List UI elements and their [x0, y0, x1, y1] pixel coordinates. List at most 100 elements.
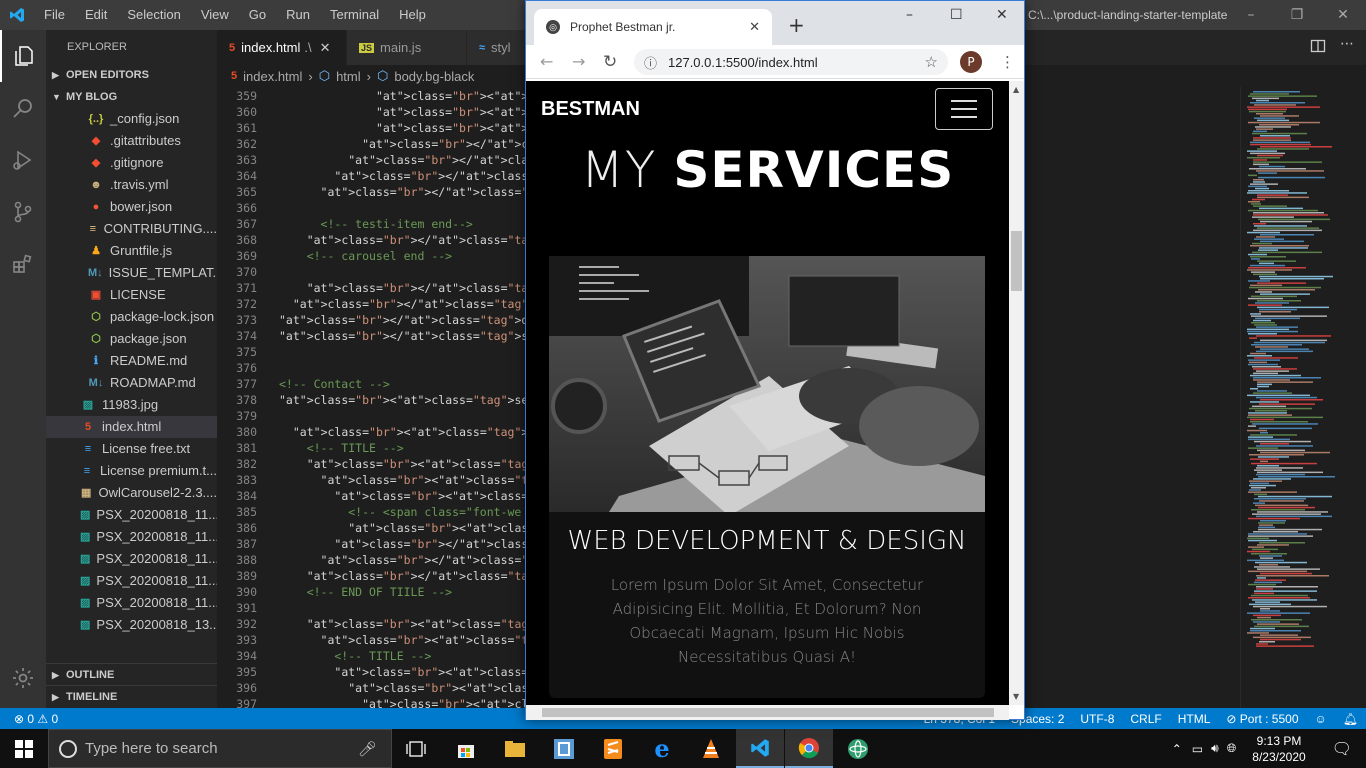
code-line[interactable]: <!-- Contact --> [279, 377, 390, 391]
file-item[interactable]: ▨ PSX_20200818_11... [46, 504, 217, 526]
avatar[interactable]: P [960, 50, 982, 73]
new-tab-icon[interactable]: + [788, 13, 805, 37]
close-tab-icon[interactable]: ✕ [749, 19, 760, 35]
menu-file[interactable]: File [34, 0, 75, 30]
file-item[interactable]: ℹ README.md [46, 350, 217, 372]
extensions-icon[interactable] [0, 238, 46, 290]
restore-button[interactable]: ❐ [1274, 0, 1320, 30]
close-button[interactable]: ✕ [1320, 0, 1366, 30]
file-item[interactable]: ◆ .gitignore [46, 152, 217, 174]
language-mode[interactable]: HTML [1170, 712, 1219, 726]
file-item[interactable]: ♟ Gruntfile.js [46, 240, 217, 262]
source-control-icon[interactable] [0, 186, 46, 238]
file-item[interactable]: ⬡ package-lock.json [46, 306, 217, 328]
back-icon[interactable]: ← [540, 52, 553, 71]
menu-edit[interactable]: Edit [75, 0, 117, 30]
explorer-icon[interactable] [0, 30, 46, 82]
run-debug-icon[interactable] [0, 134, 46, 186]
breadcrumb-body[interactable]: body.bg-black [394, 69, 474, 84]
file-item[interactable]: ▨ PSX_20200818_11... [46, 570, 217, 592]
volume-icon[interactable]: 🔊︎ [1207, 741, 1223, 756]
tab-style[interactable]: ≈ styl [467, 30, 527, 65]
file-item[interactable]: ▣ LICENSE [46, 284, 217, 306]
close-icon[interactable]: ✕ [320, 40, 331, 56]
outline-section[interactable]: ▶ OUTLINE [46, 663, 217, 686]
code-line[interactable]: <!-- END OF TIILE --> [279, 585, 452, 599]
open-editors-section[interactable]: ▶ OPEN EDITORS [46, 64, 217, 86]
minimap[interactable] [1240, 87, 1366, 708]
browser-tab[interactable]: ◎ Prophet Bestman jr. ✕ [534, 9, 772, 45]
windows-start-icon[interactable] [0, 729, 48, 768]
tab-main-js[interactable]: JS main.js [347, 30, 467, 65]
horizontal-scrollbar[interactable] [526, 705, 1009, 720]
breadcrumb-html[interactable]: html [336, 69, 361, 84]
microphone-icon[interactable]: 🎤︎ [358, 740, 377, 758]
file-item[interactable]: ● bower.json [46, 196, 217, 218]
maximize-button[interactable]: ☐ [950, 7, 963, 23]
reload-icon[interactable]: ↻ [603, 52, 617, 72]
folder-section[interactable]: ▼ MY BLOG [46, 86, 217, 108]
code-line[interactable]: <!-- carousel end --> [279, 249, 452, 263]
vertical-scrollbar[interactable]: ▲ ▼ [1009, 81, 1024, 705]
file-item[interactable]: ▨ PSX_20200818_11... [46, 592, 217, 614]
taskbar-search[interactable]: Type here to search 🎤︎ [48, 729, 392, 768]
task-view-icon[interactable] [392, 729, 440, 768]
feedback-icon[interactable]: ☺ [1307, 712, 1335, 726]
vscode-taskbar-icon[interactable] [736, 729, 784, 768]
code-line[interactable]: <!-- testi-item end--> [279, 217, 473, 231]
timeline-section[interactable]: ▶ TIMELINE [46, 685, 217, 708]
bookmark-star-icon[interactable]: ☆ [925, 53, 938, 71]
file-item[interactable]: M↓ ISSUE_TEMPLAT... [46, 262, 217, 284]
navbar-toggler-button[interactable] [935, 88, 993, 130]
atom-icon[interactable] [834, 729, 882, 768]
file-item[interactable]: ▨ PSX_20200818_13... [46, 614, 217, 636]
clock[interactable]: 9:13 PM 8/23/2020 [1240, 733, 1317, 765]
more-actions-icon[interactable]: ⋯ [1340, 36, 1354, 52]
address-bar[interactable]: ⓘ 127.0.0.1:5500/index.html ☆ [634, 49, 948, 75]
menu-kebab-icon[interactable]: ⋮ [1000, 53, 1015, 71]
settings-gear-icon[interactable] [0, 652, 46, 704]
menu-help[interactable]: Help [389, 0, 436, 30]
scroll-up-icon[interactable]: ▲ [1013, 85, 1019, 94]
minimize-button[interactable]: – [1228, 0, 1274, 30]
scrollbar-thumb[interactable] [1011, 231, 1022, 291]
app-bracket-icon[interactable] [540, 729, 588, 768]
file-item[interactable]: ≡ License free.txt [46, 438, 217, 460]
file-item[interactable]: 5 index.html [46, 416, 217, 438]
network-icon[interactable]: 🌐︎ [1223, 741, 1241, 756]
chevron-up-icon[interactable]: ⌃ [1166, 742, 1188, 756]
close-button[interactable]: ✕ [996, 7, 1008, 23]
split-editor-icon[interactable] [1310, 38, 1326, 58]
menu-terminal[interactable]: Terminal [320, 0, 389, 30]
breadcrumb-file[interactable]: index.html [243, 69, 302, 84]
file-item[interactable]: {..} _config.json [46, 108, 217, 130]
menu-run[interactable]: Run [276, 0, 320, 30]
file-item[interactable]: M↓ ROADMAP.md [46, 372, 217, 394]
file-item[interactable]: ▨ 11983.jpg [46, 394, 217, 416]
file-item[interactable]: ⬡ package.json [46, 328, 217, 350]
live-server-port[interactable]: ⊘ Port : 5500 [1218, 712, 1306, 726]
file-item[interactable]: ≡ CONTRIBUTING.... [46, 218, 217, 240]
forward-icon[interactable]: → [572, 52, 585, 71]
menu-view[interactable]: View [191, 0, 239, 30]
line-ending[interactable]: CRLF [1122, 712, 1169, 726]
battery-icon[interactable]: ▭ [1188, 742, 1207, 756]
chrome-icon[interactable] [785, 729, 833, 768]
store-icon[interactable] [442, 729, 490, 768]
file-item[interactable]: ☻ .travis.yml [46, 174, 217, 196]
file-item[interactable]: ≡ License premium.t... [46, 460, 217, 482]
navbar-brand[interactable]: BESTMAN [541, 98, 640, 121]
problems-indicator[interactable]: ⊗ 0 ⚠ 0 [0, 712, 58, 726]
file-explorer-icon[interactable] [491, 729, 539, 768]
menu-selection[interactable]: Selection [117, 0, 190, 30]
edge-browser-icon[interactable]: e [638, 729, 686, 768]
tab-index-html[interactable]: 5 index.html .\ ✕ [217, 30, 347, 65]
code-line[interactable]: "at">class="br"></"at">class="tag">div> [279, 297, 563, 311]
encoding[interactable]: UTF-8 [1072, 712, 1122, 726]
code-line[interactable]: "at">class="br"></"at">class="tag">div> [279, 313, 549, 327]
bell-icon[interactable]: 🔔︎ [1335, 712, 1366, 726]
vlc-icon[interactable] [687, 729, 735, 768]
code-line[interactable]: <!-- <span class="font-we [279, 505, 521, 519]
notifications-icon[interactable]: 🗨︎ [1318, 739, 1366, 759]
file-item[interactable]: ◆ .gitattributes [46, 130, 217, 152]
